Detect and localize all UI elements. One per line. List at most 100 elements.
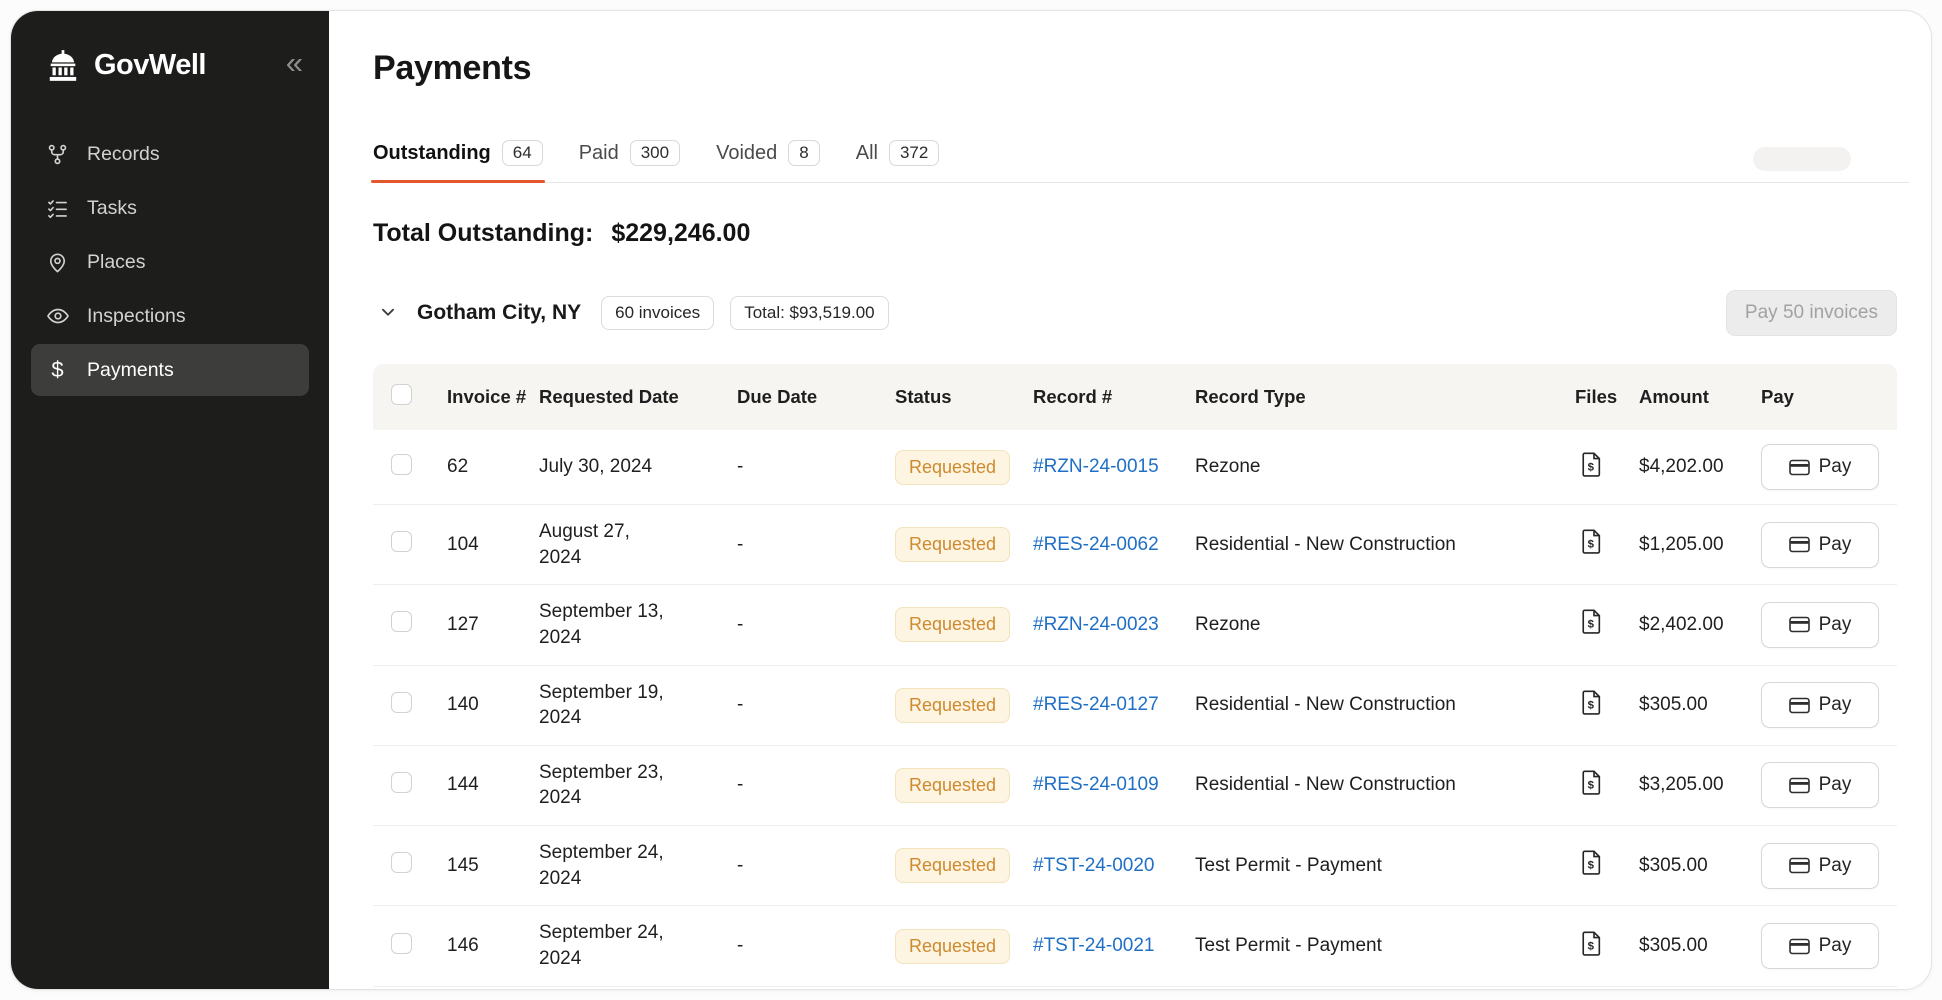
pay-button-label: Pay <box>1819 694 1852 716</box>
table-row: 104 August 27, 2024 - Requested #RES-24-… <box>373 505 1897 585</box>
column-header-due-date: Due Date <box>737 386 895 408</box>
record-link[interactable]: #TST-24-0020 <box>1033 855 1154 876</box>
sidebar-item-payments[interactable]: $ Payments <box>31 344 309 396</box>
invoice-number: 146 <box>447 935 539 957</box>
invoice-amount: $3,205.00 <box>1639 774 1761 796</box>
invoice-file-icon[interactable]: $ <box>1581 529 1602 554</box>
pay-button[interactable]: Pay <box>1761 602 1879 648</box>
tab-label: Outstanding <box>373 142 491 165</box>
row-checkbox[interactable] <box>391 852 412 873</box>
pay-button[interactable]: Pay <box>1761 522 1879 568</box>
pay-button[interactable]: Pay <box>1761 444 1879 490</box>
row-checkbox[interactable] <box>391 454 412 475</box>
pay-button[interactable]: Pay <box>1761 843 1879 889</box>
sidebar-item-label: Records <box>87 143 160 166</box>
pay-all-invoices-button[interactable]: Pay 50 invoices <box>1726 290 1897 336</box>
record-type: Rezone <box>1195 456 1575 478</box>
due-date: - <box>737 534 895 556</box>
chevron-down-icon <box>377 301 399 326</box>
column-header-amount: Amount <box>1639 386 1761 408</box>
record-link[interactable]: #RES-24-0127 <box>1033 694 1159 715</box>
invoice-number: 145 <box>447 855 539 877</box>
svg-text:$: $ <box>1588 699 1595 711</box>
logo-row: GovWell « <box>11 11 329 84</box>
due-date: - <box>737 694 895 716</box>
tab-count-badge: 372 <box>889 140 939 166</box>
pay-button[interactable]: Pay <box>1761 762 1879 808</box>
row-checkbox[interactable] <box>391 531 412 552</box>
row-checkbox[interactable] <box>391 611 412 632</box>
total-outstanding-label: Total Outstanding: <box>373 219 593 248</box>
tab-all[interactable]: All 372 <box>856 140 940 182</box>
sidebar-item-places[interactable]: Places <box>31 236 309 288</box>
record-type: Test Permit - Payment <box>1195 935 1575 957</box>
record-link[interactable]: #TST-24-0021 <box>1033 935 1154 956</box>
column-header-status: Status <box>895 386 1033 408</box>
invoice-file-icon[interactable]: $ <box>1581 850 1602 875</box>
credit-card-icon <box>1789 777 1810 794</box>
credit-card-icon <box>1789 536 1810 553</box>
tab-voided[interactable]: Voided 8 <box>716 140 820 182</box>
tab-paid[interactable]: Paid 300 <box>579 140 680 182</box>
pay-button[interactable]: Pay <box>1761 682 1879 728</box>
record-link[interactable]: #RZN-24-0015 <box>1033 456 1159 477</box>
sidebar-nav: Records Tasks <box>11 128 329 396</box>
row-checkbox[interactable] <box>391 772 412 793</box>
invoice-amount: $4,202.00 <box>1639 456 1761 478</box>
invoice-number: 127 <box>447 614 539 636</box>
workflow-icon <box>45 143 70 166</box>
sidebar-item-inspections[interactable]: Inspections <box>31 290 309 342</box>
invoice-file-icon[interactable]: $ <box>1581 452 1602 477</box>
svg-text:$: $ <box>1588 779 1595 791</box>
table-header-row: Invoice # Requested Date Due Date Status… <box>373 364 1897 430</box>
invoice-file-icon[interactable]: $ <box>1581 931 1602 956</box>
status-badge: Requested <box>895 450 1010 485</box>
sidebar-item-tasks[interactable]: Tasks <box>31 182 309 234</box>
record-type: Residential - New Construction <box>1195 774 1575 796</box>
group-collapse-button[interactable] <box>373 297 403 330</box>
invoice-amount: $305.00 <box>1639 694 1761 716</box>
pay-button[interactable]: Pay <box>1761 923 1879 969</box>
map-pin-icon <box>45 251 70 274</box>
due-date: - <box>737 456 895 478</box>
row-checkbox[interactable] <box>391 933 412 954</box>
row-checkbox[interactable] <box>391 692 412 713</box>
requested-date: September 24, 2024 <box>539 920 677 971</box>
screenshot-canvas: GovWell « Records <box>0 0 1942 1000</box>
tab-count-badge: 300 <box>630 140 680 166</box>
page-title: Payments <box>373 49 1909 88</box>
svg-text:$: $ <box>1588 940 1595 952</box>
record-link[interactable]: #RES-24-0062 <box>1033 534 1159 555</box>
svg-text:$: $ <box>1588 461 1595 473</box>
invoice-file-icon[interactable]: $ <box>1581 609 1602 634</box>
invoice-file-icon[interactable]: $ <box>1581 690 1602 715</box>
invoice-number: 104 <box>447 534 539 556</box>
tab-outstanding[interactable]: Outstanding 64 <box>373 140 543 182</box>
credit-card-icon <box>1789 697 1810 714</box>
pay-button-label: Pay <box>1819 456 1852 478</box>
requested-date: September 13, 2024 <box>539 599 677 650</box>
record-link[interactable]: #RZN-24-0023 <box>1033 614 1159 635</box>
due-date: - <box>737 774 895 796</box>
select-all-checkbox[interactable] <box>391 384 412 405</box>
requested-date: September 23, 2024 <box>539 760 677 811</box>
sidebar-item-label: Payments <box>87 359 174 382</box>
group-total-badge: Total: $93,519.00 <box>730 296 888 330</box>
record-link[interactable]: #RES-24-0109 <box>1033 774 1159 795</box>
checklist-icon <box>45 197 70 220</box>
record-type: Test Permit - Payment <box>1195 855 1575 877</box>
dollar-icon: $ <box>45 357 70 383</box>
loading-placeholder-pill <box>1753 147 1851 171</box>
invoice-file-icon[interactable]: $ <box>1581 770 1602 795</box>
table-row: 62 July 30, 2024 - Requested #RZN-24-001… <box>373 430 1897 505</box>
tab-label: Paid <box>579 142 619 165</box>
svg-text:$: $ <box>1588 860 1595 872</box>
sidebar-collapse-button[interactable]: « <box>286 47 303 84</box>
svg-text:$: $ <box>1588 538 1595 550</box>
tab-label: Voided <box>716 142 777 165</box>
record-type: Residential - New Construction <box>1195 534 1575 556</box>
invoice-number: 62 <box>447 456 539 478</box>
column-header-record: Record # <box>1033 386 1195 408</box>
sidebar-item-records[interactable]: Records <box>31 128 309 180</box>
tab-label: All <box>856 142 878 165</box>
